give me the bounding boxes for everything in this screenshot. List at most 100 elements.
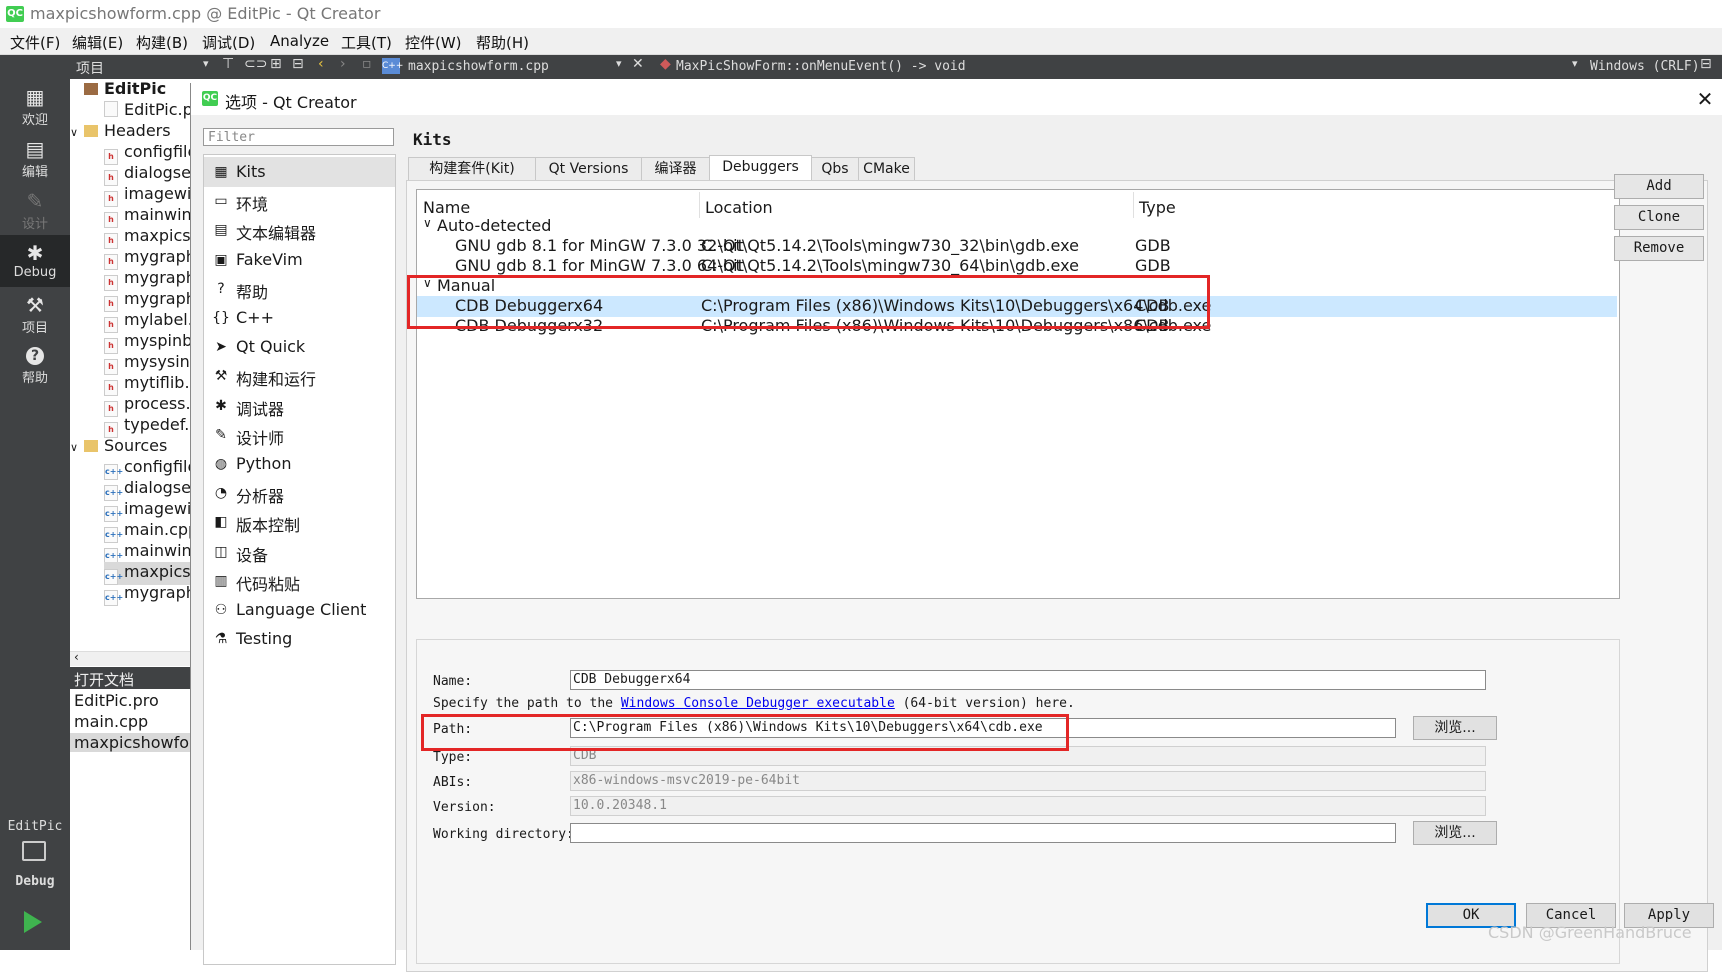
- path-hint-link[interactable]: Windows Console Debugger executable: [621, 696, 895, 711]
- tree-item[interactable]: c++dialogset.cpp: [104, 478, 190, 501]
- category-bug[interactable]: ✱ 调试器: [204, 391, 395, 421]
- tree-item[interactable]: ∨ Headers: [70, 121, 190, 144]
- tree-item[interactable]: c++imagewidget.cpp: [104, 499, 190, 522]
- tree-item[interactable]: c++mygraphicsview.cpp: [104, 583, 190, 606]
- tree-item[interactable]: hmainwindow.h: [104, 205, 190, 228]
- forward-arrow-icon[interactable]: ›: [340, 56, 346, 72]
- column-header-location[interactable]: Location: [705, 198, 773, 217]
- menu-item[interactable]: 文件(F): [10, 32, 60, 53]
- menu-item[interactable]: 工具(T): [341, 32, 392, 53]
- tree-group-row[interactable]: ∨ Auto-detected: [417, 216, 1617, 237]
- path-browse-button[interactable]: 浏览...: [1413, 716, 1497, 740]
- category-device[interactable]: ◫ 设备: [204, 537, 395, 567]
- tree-item[interactable]: c++configfile.cpp: [104, 457, 190, 480]
- category-testing[interactable]: ⚗ Testing: [204, 624, 395, 654]
- function-combo[interactable]: MaxPicShowForm::onMenuEvent() -> void: [676, 59, 966, 74]
- category-clipboard[interactable]: ▥ 代码粘贴: [204, 566, 395, 596]
- open-document-item[interactable]: main.cpp: [74, 712, 148, 731]
- tree-item[interactable]: EditPic: [70, 79, 190, 102]
- category-language-client[interactable]: ⚇ Language Client: [204, 595, 395, 625]
- tree-item[interactable]: hmyspinbox.h: [104, 331, 190, 354]
- file-combo-arrow-icon[interactable]: ▾: [616, 57, 622, 70]
- close-panel-icon[interactable]: ⊟: [292, 56, 304, 72]
- category-qtquick[interactable]: ➤ Qt Quick: [204, 332, 395, 362]
- scroll-left-icon[interactable]: ‹: [74, 650, 79, 664]
- tab-1[interactable]: Qt Versions: [535, 157, 642, 180]
- category-analyzer[interactable]: ◔ 分析器: [204, 478, 395, 508]
- table-row[interactable]: GNU gdb 8.1 for MinGW 7.3.0 64-bit C:\Qt\…: [417, 256, 1617, 277]
- menu-item[interactable]: 构建(B): [136, 32, 188, 53]
- tree-item[interactable]: hconfigfile.h: [104, 142, 190, 165]
- chevron-down-icon[interactable]: ∨: [423, 216, 432, 230]
- menu-item[interactable]: Analyze: [270, 32, 329, 50]
- kit-selector-config[interactable]: Debug: [0, 874, 70, 889]
- menu-item[interactable]: 帮助(H): [476, 32, 529, 53]
- workdir-field[interactable]: [570, 823, 1396, 843]
- split-editor-icon[interactable]: ⊟: [1700, 56, 1712, 72]
- tree-item[interactable]: hdialogset.h: [104, 163, 190, 186]
- back-arrow-icon[interactable]: ‹: [318, 56, 324, 72]
- tree-item[interactable]: hprocess.h: [104, 394, 190, 417]
- tree-item[interactable]: hmytiflib.h: [104, 373, 190, 396]
- tree-item[interactable]: c++maxpicshowform.cpp: [104, 562, 190, 585]
- tree-item[interactable]: hmygraphicsview.h: [104, 247, 190, 270]
- workdir-browse-button[interactable]: 浏览...: [1413, 821, 1497, 845]
- tab-2[interactable]: 编译器: [641, 157, 710, 180]
- tree-item[interactable]: c++mainwindow.cpp: [104, 541, 190, 564]
- tab-0[interactable]: 构建套件(Kit): [408, 157, 536, 180]
- menu-item[interactable]: 控件(W): [405, 32, 462, 53]
- table-row[interactable]: GNU gdb 8.1 for MinGW 7.3.0 32-bit C:\Qt\…: [417, 236, 1617, 257]
- column-header-type[interactable]: Type: [1139, 198, 1176, 217]
- close-file-icon[interactable]: ✕: [632, 56, 644, 72]
- filter-input[interactable]: Filter: [203, 128, 394, 146]
- panel-dropdown-icon[interactable]: ▾: [203, 57, 209, 70]
- filter-icon[interactable]: ⊤: [222, 56, 234, 72]
- mode-grid[interactable]: ▦ 欢迎: [0, 79, 70, 131]
- tree-horizontal-scrollbar[interactable]: ‹: [70, 650, 190, 666]
- category-kits[interactable]: ▦ Kits: [204, 157, 395, 187]
- tree-item[interactable]: c++main.cpp: [104, 520, 190, 543]
- mode-wrench[interactable]: ⚒ 项目: [0, 287, 70, 339]
- tree-item[interactable]: hmaxpicshowform.h: [104, 226, 190, 249]
- menu-item[interactable]: 调试(D): [202, 32, 255, 53]
- tree-item[interactable]: hmysysinfo.h: [104, 352, 190, 375]
- split-icon[interactable]: ⊞: [270, 56, 282, 72]
- mode-edit[interactable]: ▤ 编辑: [0, 131, 70, 183]
- tab-3[interactable]: Debuggers: [709, 155, 812, 181]
- remove-button[interactable]: Remove: [1614, 236, 1704, 261]
- category-pen[interactable]: ✎ 设计师: [204, 420, 395, 450]
- kit-selector-project[interactable]: EditPic: [0, 819, 70, 834]
- category-text-editor[interactable]: ▤ 文本编辑器: [204, 215, 395, 245]
- tree-item[interactable]: ∨ Sources: [70, 436, 190, 459]
- column-header-name[interactable]: Name: [423, 198, 470, 217]
- category-help[interactable]: ? 帮助: [204, 274, 395, 304]
- name-field[interactable]: CDB Debuggerx64: [570, 670, 1486, 690]
- add-button[interactable]: Add: [1614, 174, 1704, 199]
- category-fakevim[interactable]: ▣ FakeVim: [204, 245, 395, 275]
- tab-5[interactable]: CMake: [858, 157, 915, 180]
- tree-item[interactable]: hmygraphicsitem.h: [104, 289, 190, 312]
- run-icon[interactable]: [24, 911, 42, 933]
- close-icon[interactable]: ✕: [1691, 85, 1719, 113]
- tree-item[interactable]: hmygraphicsscene.h: [104, 268, 190, 291]
- category-cpp[interactable]: {} C++: [204, 303, 395, 333]
- category-monitor[interactable]: ▭ 环境: [204, 186, 395, 216]
- mode-bug[interactable]: ✱ Debug: [0, 235, 70, 287]
- expand-arrow-icon[interactable]: ∨: [70, 126, 84, 139]
- link-icon[interactable]: ⊂⊃: [244, 56, 267, 72]
- menu-item[interactable]: 编辑(E): [72, 32, 123, 53]
- category-python[interactable]: ◍ Python: [204, 449, 395, 479]
- open-document-item[interactable]: EditPic.pro: [74, 691, 159, 710]
- category-hammer[interactable]: ⚒ 构建和运行: [204, 361, 395, 391]
- tree-item[interactable]: himagewidget.h: [104, 184, 190, 207]
- tab-4[interactable]: Qbs: [811, 157, 859, 180]
- line-ending-arrow-icon[interactable]: ▾: [1572, 57, 1578, 70]
- open-file-combo[interactable]: maxpicshowform.cpp: [408, 59, 549, 74]
- category-version-control[interactable]: ◧ 版本控制: [204, 507, 395, 537]
- tree-item[interactable]: EditPic.pro: [104, 100, 190, 123]
- tree-item[interactable]: hmylabel.h: [104, 310, 190, 333]
- open-document-item[interactable]: maxpicshowform.cpp: [70, 733, 245, 752]
- monitor-icon[interactable]: [22, 841, 46, 861]
- line-ending-combo[interactable]: Windows (CRLF): [1590, 59, 1700, 74]
- tree-item[interactable]: htypedef.h: [104, 415, 190, 438]
